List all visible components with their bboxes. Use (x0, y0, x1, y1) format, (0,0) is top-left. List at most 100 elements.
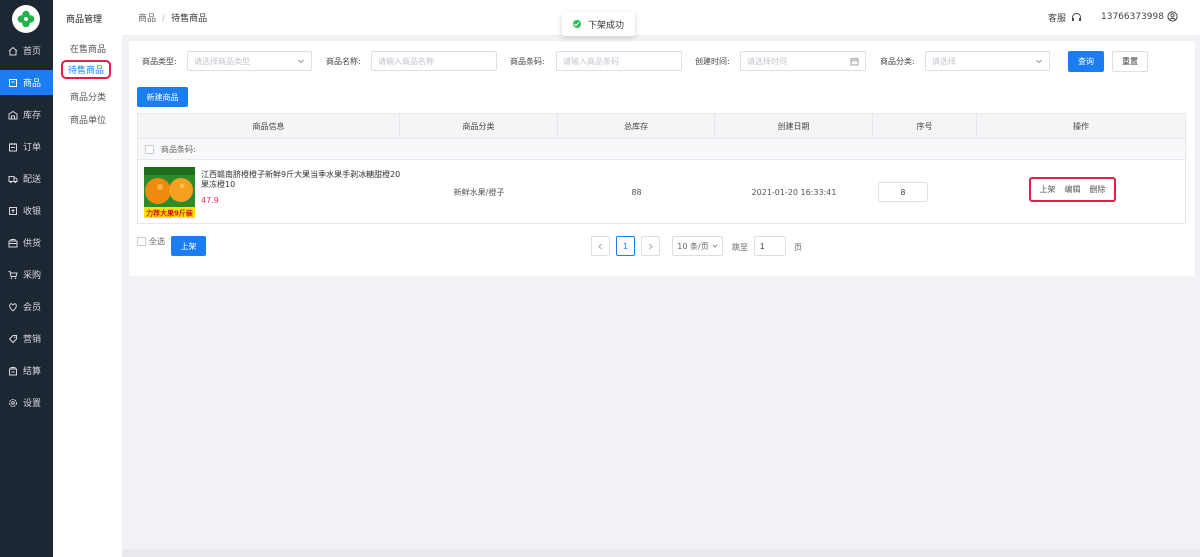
barcode-group-label: 商品条码: (161, 144, 196, 154)
cart-icon (7, 269, 18, 280)
order-icon (7, 141, 18, 152)
seq-input[interactable] (878, 182, 928, 202)
product-name-input[interactable] (371, 51, 497, 71)
check-circle-icon (573, 20, 581, 28)
col-seq: 序号 (873, 114, 977, 139)
nav-item-goods[interactable]: 商品 (0, 70, 53, 95)
product-image-caption: 力荐大果9斤装 (146, 209, 193, 218)
customer-service[interactable]: 客服 (1048, 11, 1082, 24)
nav-item-orders[interactable]: 订单 (0, 134, 53, 159)
service-label: 客服 (1047, 14, 1066, 24)
filter-type-label: 商品类型: (142, 57, 177, 66)
inventory-icon (7, 109, 18, 120)
created-time-picker[interactable]: 请选择时间 (740, 51, 866, 71)
nav-item-supply[interactable]: 供货 (0, 230, 53, 255)
nav-label: 采购 (23, 271, 42, 281)
chevron-down-icon (712, 244, 718, 248)
list-product-button[interactable]: 上架 (1040, 184, 1056, 195)
brand-logo[interactable] (12, 5, 40, 33)
filter-barcode-label: 商品条码: (510, 57, 545, 66)
bottom-strip (122, 549, 1200, 557)
product-type-select[interactable]: 请选择商品类型 (187, 51, 312, 71)
product-stock: 88 (631, 187, 642, 197)
select-all-label: 全选 (149, 237, 165, 246)
settlement-icon (7, 365, 18, 376)
product-category: 新鲜水果/橙子 (453, 187, 505, 197)
bulk-action-bar: 全选 (137, 236, 165, 247)
chevron-left-icon (598, 243, 602, 249)
nav-item-cashier[interactable]: 收银 (0, 198, 53, 223)
new-product-button[interactable]: 新建商品 (137, 87, 188, 107)
breadcrumb-goods[interactable]: 商品 (138, 14, 156, 24)
nav-label: 首页 (23, 47, 42, 57)
delete-product-button[interactable]: 删除 (1090, 184, 1106, 195)
filter-name-label: 商品名称: (326, 57, 361, 66)
bulk-list-button[interactable]: 上架 (171, 236, 206, 256)
breadcrumb: 商品 / 待售商品 (138, 11, 207, 24)
product-image[interactable]: 力荐大果9斤装 (144, 167, 195, 218)
time-placeholder: 请选择时间 (747, 56, 787, 66)
select-all-checkbox[interactable] (137, 237, 146, 246)
calendar-icon (850, 57, 859, 65)
page-number-current[interactable]: 1 (616, 236, 635, 256)
jump-to-label: 跳至 (732, 243, 748, 252)
category-placeholder: 请选择 (932, 56, 956, 66)
gear-icon (7, 397, 18, 408)
subnav-item-on-sale[interactable]: 在售商品 (70, 42, 106, 55)
clover-logo-icon (17, 10, 35, 28)
nav-label: 供货 (23, 239, 42, 249)
nav-label: 营销 (23, 335, 42, 345)
nav-item-settlement[interactable]: 结算 (0, 358, 53, 383)
user-avatar-icon (1167, 11, 1178, 22)
row-group-checkbox[interactable] (145, 144, 154, 154)
page-unit-label: 页 (794, 243, 802, 252)
filter-time-label: 创建时间: (695, 57, 730, 66)
subnav-item-unit[interactable]: 商品单位 (70, 113, 106, 126)
product-created-date: 2021-01-20 16:33:41 (751, 187, 837, 197)
edit-product-button[interactable]: 编辑 (1065, 184, 1081, 195)
nav-item-marketing[interactable]: 营销 (0, 326, 53, 351)
subnav-item-pending-sale[interactable]: 待售商品 (61, 60, 112, 79)
jump-page-input[interactable] (754, 236, 786, 256)
subnav-item-category[interactable]: 商品分类 (70, 90, 106, 103)
nav-label: 结算 (23, 367, 42, 377)
nav-item-home[interactable]: 首页 (0, 38, 53, 63)
product-type-placeholder: 请选择商品类型 (194, 56, 250, 66)
marketing-icon (7, 333, 18, 344)
nav-label: 商品 (23, 79, 42, 89)
prev-page-button[interactable] (591, 236, 610, 256)
nav-item-delivery[interactable]: 配送 (0, 166, 53, 191)
col-product-info: 商品信息 (138, 114, 400, 139)
home-icon (7, 45, 18, 56)
content-card: 商品类型: 请选择商品类型 商品名称: 商品条码: 创建时间: 请选择时间 商品… (129, 41, 1195, 276)
table-header: 商品信息 商品分类 总库存 创建日期 序号 操作 (138, 114, 1185, 139)
cashier-icon (7, 205, 18, 216)
success-toast: 下架成功 (562, 12, 635, 36)
chevron-down-icon (1036, 59, 1042, 64)
supply-icon (7, 237, 18, 248)
nav-item-purchase[interactable]: 采购 (0, 262, 53, 287)
truck-icon (7, 173, 18, 184)
headset-icon (1072, 12, 1081, 21)
col-stock: 总库存 (558, 114, 715, 139)
category-select[interactable]: 请选择 (925, 51, 1050, 71)
product-table: 商品信息 商品分类 总库存 创建日期 序号 操作 商品条码: 力荐大果9斤装 江… (137, 113, 1186, 224)
nav-item-inventory[interactable]: 库存 (0, 102, 53, 127)
toast-text: 下架成功 (588, 20, 625, 31)
product-price: 47.9 (201, 196, 219, 205)
nav-item-member[interactable]: 会员 (0, 294, 53, 319)
reset-button[interactable]: 重置 (1112, 51, 1148, 72)
user-phone: 13766373998 (1101, 11, 1164, 22)
next-page-button[interactable] (641, 236, 660, 256)
nav-label: 配送 (23, 175, 42, 185)
nav-item-settings[interactable]: 设置 (0, 390, 53, 415)
subnav-title: 商品管理 (66, 15, 103, 25)
query-button[interactable]: 查询 (1068, 51, 1104, 72)
page-size-select[interactable]: 10 条/页 (672, 236, 723, 256)
page-size-label: 10 条/页 (677, 241, 709, 251)
user-account[interactable]: 13766373998 (1101, 11, 1178, 22)
product-name[interactable]: 江西赣南脐橙橙子新鲜9斤大果当季水果手剥冰糖甜橙20果冻橙10 (201, 170, 401, 190)
group-row: 商品条码: (138, 139, 1185, 160)
chevron-down-icon (298, 59, 304, 64)
barcode-input[interactable] (556, 51, 682, 71)
